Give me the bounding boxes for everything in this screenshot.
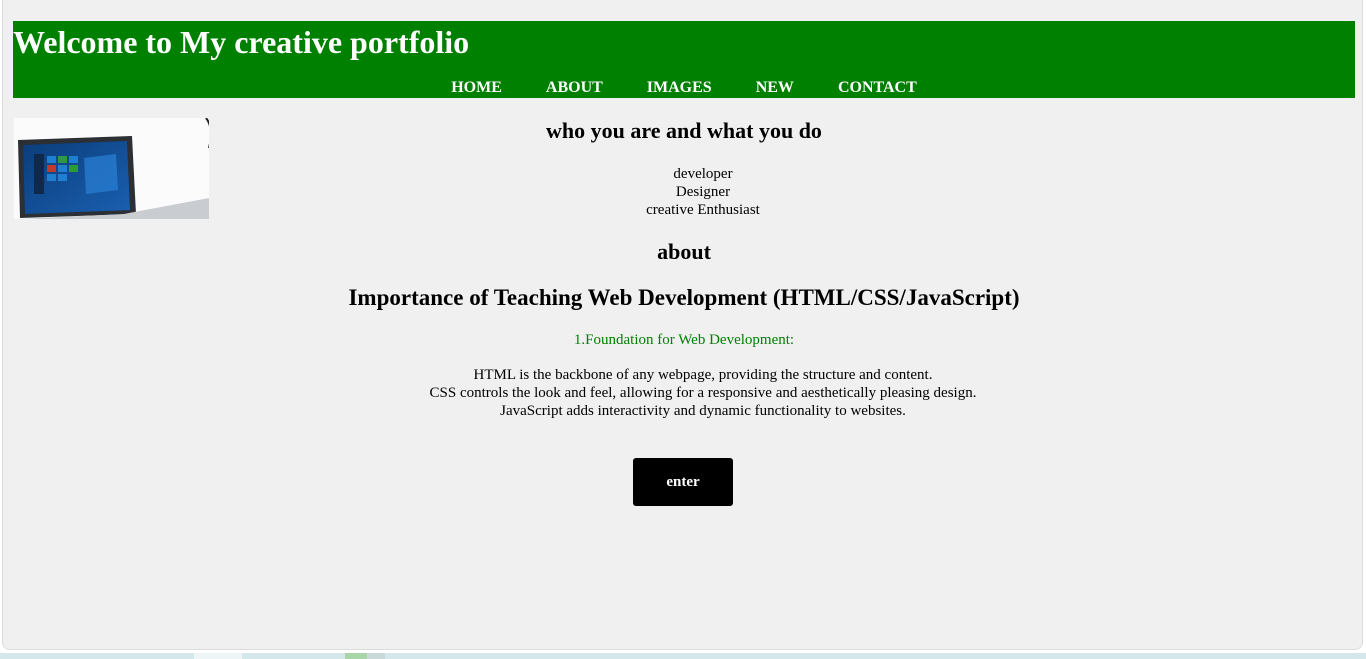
taskbar-strip (0, 653, 1366, 659)
hero-tagline: who you are and what you do (546, 118, 822, 143)
role-item: Designer (675, 184, 731, 200)
importance-heading: Importance of Teaching Web Development (… (348, 285, 1020, 310)
nav-about-link[interactable]: ABOUT (546, 79, 603, 96)
taskbar-segment (194, 653, 242, 659)
browser-viewport: Welcome to My creative portfolio HOME AB… (2, 0, 1363, 650)
point-line: CSS controls the look and feel, allowing… (429, 385, 977, 401)
nav-home-link[interactable]: HOME (451, 79, 502, 96)
role-item: creative Enthusiast (646, 202, 760, 218)
role-item: developer (673, 166, 733, 182)
taskbar-segment (345, 653, 367, 659)
nav-contact-link[interactable]: CONTACT (838, 79, 917, 96)
nav-new-link[interactable]: NEW (756, 79, 794, 96)
point-title: 1.Foundation for Web Development: (573, 332, 795, 348)
point-line: HTML is the backbone of any webpage, pro… (473, 367, 933, 383)
main-nav: HOME ABOUT IMAGES NEW CONTACT (13, 79, 1355, 97)
point-body: HTML is the backbone of any webpage, pro… (3, 366, 1362, 420)
point-line: JavaScript adds interactivity and dynami… (500, 403, 906, 419)
taskbar-segment (367, 653, 385, 659)
site-header: Welcome to My creative portfolio HOME AB… (13, 21, 1355, 98)
roles-list: developer Designer creative Enthusiast (403, 165, 1003, 219)
enter-button[interactable]: enter (633, 458, 733, 506)
site-title: Welcome to My creative portfolio (13, 24, 470, 60)
about-heading: about (657, 239, 711, 264)
nav-images-link[interactable]: IMAGES (647, 79, 712, 96)
